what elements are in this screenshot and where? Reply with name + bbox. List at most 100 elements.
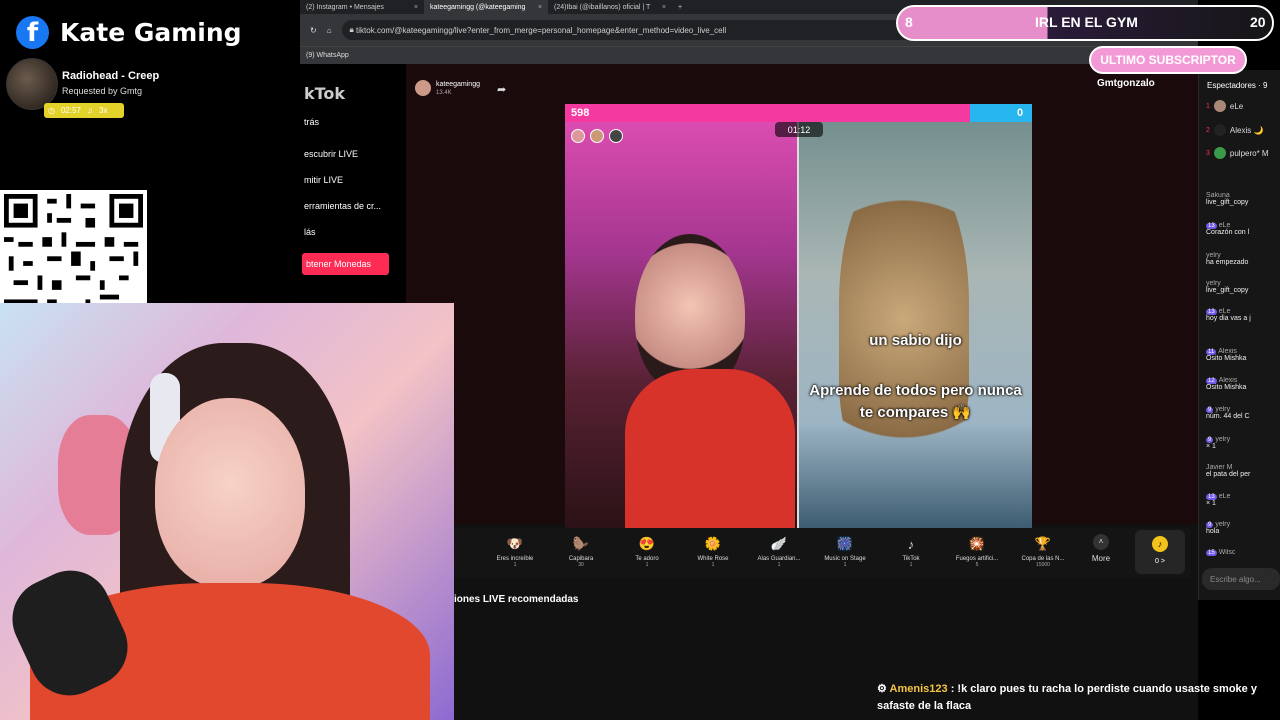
gift-icon: 🌼 xyxy=(704,536,722,551)
top-gifter-avatar[interactable] xyxy=(609,129,623,143)
chat-message: yelry live_gift_copy xyxy=(1206,280,1280,294)
host-avatar[interactable] xyxy=(415,80,431,96)
chat-username[interactable]: yelry xyxy=(1206,252,1221,259)
gift-item[interactable]: 🏆 Copa de las N... 15000 xyxy=(1010,534,1076,568)
coin-icon: ♪ xyxy=(1152,536,1168,552)
chat-message: Sakuna live_gift_copy xyxy=(1206,192,1280,206)
close-icon[interactable]: × xyxy=(414,4,418,11)
chat-username[interactable]: yelry xyxy=(1215,521,1230,528)
gift-cost: 1 xyxy=(513,562,517,568)
chat-message: 12 Alexis Osito Mishka xyxy=(1206,377,1280,391)
gift-item[interactable]: 🦫 Capibara 30 xyxy=(548,534,614,568)
gift-bar: 🐶 Eres increíble 1 🦫 Capibara 30 😍 Te adoro 1 … xyxy=(454,528,1190,578)
close-icon[interactable]: × xyxy=(538,4,542,11)
tab-tiktok[interactable]: kateegamingg (@kateegaming × xyxy=(424,0,548,14)
chat-username[interactable]: Wilsc xyxy=(1219,549,1236,556)
home-icon[interactable]: ⌂ xyxy=(327,26,332,35)
chat-username[interactable]: eLe xyxy=(1219,493,1231,500)
more-gifts-button[interactable]: ˄ More xyxy=(1076,534,1126,563)
tab-instagram[interactable]: (2) Instagram • Mensajes × xyxy=(300,0,424,14)
chat-message: 13 eLe hoy dia vas a j xyxy=(1206,308,1280,322)
sidebar-item-discover-live[interactable]: escubrir LIVE xyxy=(304,149,358,159)
chat-username[interactable]: Javier M xyxy=(1206,464,1232,471)
chat-username[interactable]: Sakuna xyxy=(1206,192,1230,199)
gift-item[interactable]: 🌼 White Rose 1 xyxy=(680,534,746,568)
share-icon[interactable]: ➦ xyxy=(497,83,506,96)
chat-username[interactable]: yelry xyxy=(1215,436,1230,443)
chat-text: núm. 44 del C xyxy=(1206,413,1250,420)
song-plays: 3x xyxy=(99,106,108,115)
host-likes: 13.4K xyxy=(436,90,452,96)
gift-cost: 1 xyxy=(777,562,781,568)
gift-icon: 😍 xyxy=(638,536,656,551)
caption-text: Aprende de todos pero nunca te compares xyxy=(809,382,1022,421)
sidebar-item-creator-tools[interactable]: erramientas de cr... xyxy=(304,201,381,211)
chat-username[interactable]: yelry xyxy=(1206,280,1221,287)
viewers-title[interactable]: Espectadores · 9 xyxy=(1207,81,1267,90)
gift-cost: 15000 xyxy=(1036,562,1050,568)
battle-bar xyxy=(565,104,1032,122)
chat-text: live_gift_copy xyxy=(1206,287,1249,294)
new-tab-button[interactable]: + xyxy=(672,4,688,11)
chat-text: × 1 xyxy=(1206,443,1216,450)
chat-username[interactable]: eLe xyxy=(1219,222,1231,229)
viewer-row[interactable]: 3 pulpero* M xyxy=(1206,147,1269,159)
coins-button[interactable]: ♪ 0 > xyxy=(1135,530,1185,574)
gift-item[interactable]: 🎇 Fuegos artifici... 5 xyxy=(944,534,1010,568)
bookmark-whatsapp[interactable]: (9) WhatsApp xyxy=(306,52,349,59)
badge-icon: ⚙ xyxy=(877,683,887,695)
chat-message: 9 yelry × 1 xyxy=(1206,436,1280,450)
last-subscriber-name: Gmtgonzalo xyxy=(1097,78,1155,89)
chat-username[interactable]: yelry xyxy=(1215,406,1230,413)
tiktok-logo[interactable]: kTok xyxy=(304,84,345,103)
gift-icon: 🎆 xyxy=(836,536,854,551)
chat-text: live_gift_copy xyxy=(1206,199,1249,206)
viewer-rank: 3 xyxy=(1206,149,1210,157)
gift-item[interactable]: 😍 Te adoro 1 xyxy=(614,534,680,568)
chat-text: ha empezado xyxy=(1206,259,1249,266)
close-icon[interactable]: × xyxy=(662,4,666,11)
gift-item[interactable]: 🪽 Alas Guardian... 1 xyxy=(746,534,812,568)
get-coins-button[interactable]: btener Monedas xyxy=(302,253,389,275)
sidebar-item-more[interactable]: lás xyxy=(304,227,316,237)
chat-message: 13 eLe × 1 xyxy=(1206,493,1280,507)
sidebar-item-back[interactable]: trás xyxy=(304,117,319,127)
clap-icon: 🙌 xyxy=(952,404,972,421)
viewer-rank: 1 xyxy=(1206,102,1210,110)
chat-message: Javier Mel pata del per xyxy=(1206,464,1280,478)
top-gifter-avatar[interactable] xyxy=(590,129,604,143)
chat-username[interactable]: Alexis xyxy=(1218,348,1237,355)
chat-message: yelry ha empezado xyxy=(1206,252,1280,266)
sidebar-item-go-live[interactable]: mitir LIVE xyxy=(304,175,343,185)
goal-label: IRL EN EL GYM xyxy=(1035,14,1138,30)
viewer-row[interactable]: 1 eLe xyxy=(1206,100,1243,112)
chat-message: 9 yelry hola xyxy=(1206,521,1280,535)
chat-text: Corazón con l xyxy=(1206,229,1250,236)
bookmarks-bar: (9) WhatsApp xyxy=(300,46,1198,64)
video-caption-1: un sabio dijo xyxy=(869,332,962,349)
chat-input[interactable]: Escribe algo... xyxy=(1202,568,1280,590)
gift-item[interactable]: 🐶 Eres increíble 1 xyxy=(482,534,548,568)
clock-icon: ◷ xyxy=(48,106,55,115)
video-left-streamer xyxy=(565,104,797,528)
url-text: tiktok.com/@kateegamingg/live?enter_from… xyxy=(356,25,727,35)
gift-item[interactable]: 🎆 Music on Stage 1 xyxy=(812,534,878,568)
tab-ibai[interactable]: (24)Ibai (@ibaillanos) oficial | T × xyxy=(548,0,672,14)
recommended-lives-heading: iones LIVE recomendadas xyxy=(454,594,579,605)
live-video[interactable]: un sabio dijo Aprende de todos pero nunc… xyxy=(565,104,1032,528)
reload-icon[interactable]: ↻ xyxy=(310,26,317,35)
chat-message: 9 yelry núm. 44 del C xyxy=(1206,406,1280,420)
lock-icon: 🔒︎ xyxy=(349,25,354,34)
requested-by: Requested by Gmtg xyxy=(62,86,143,96)
gift-cost: 1 xyxy=(909,562,913,568)
top-gifter-avatar[interactable] xyxy=(571,129,585,143)
host-name[interactable]: kateegamingg xyxy=(436,81,480,88)
chat-username[interactable]: Alexis xyxy=(1219,377,1238,384)
chat-username[interactable]: eLe xyxy=(1219,308,1231,315)
viewer-row[interactable]: 2 Alexis 🌙 xyxy=(1206,124,1263,136)
avatar xyxy=(1213,147,1226,159)
song-meta: ◷ 02:57 ♫ 3x xyxy=(44,103,124,118)
battle-divider xyxy=(797,122,799,528)
streamer-face xyxy=(155,398,305,588)
gift-item[interactable]: ♪ TikTok 1 xyxy=(878,534,944,569)
